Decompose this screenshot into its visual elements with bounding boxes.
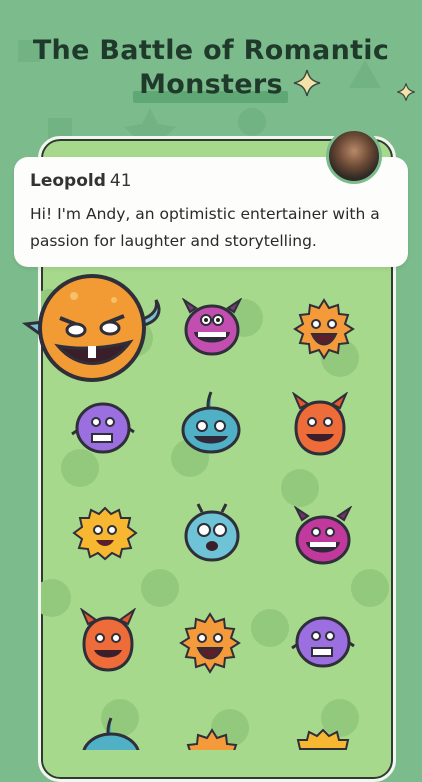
profile-age: 41 — [109, 171, 132, 191]
orange-sun-monster[interactable] — [292, 298, 356, 362]
title-line-1: The Battle of Romantic — [32, 35, 390, 66]
yellow-fluffy-monster[interactable] — [72, 504, 138, 564]
title-line-2: Monsters — [139, 69, 283, 100]
orange-horned-monster[interactable] — [78, 608, 138, 674]
page-title: The Battle of Romantic Monsters — [0, 34, 422, 102]
magenta-horned-monster[interactable] — [292, 506, 354, 566]
yellow-fluffy-monster[interactable] — [290, 726, 356, 750]
profile-name-line: Leopold 41 — [30, 171, 132, 191]
orange-sun-monster[interactable] — [180, 728, 244, 750]
avatar[interactable] — [326, 128, 382, 184]
purple-horned-monster[interactable] — [180, 298, 244, 358]
star-icon — [397, 83, 415, 101]
blue-antenna-monster[interactable] — [180, 500, 244, 562]
orange-monster-selected[interactable] — [22, 272, 162, 384]
purple-blob-monster[interactable] — [290, 612, 356, 670]
profile-bio: Hi! I'm Andy, an optimistic entertainer … — [30, 205, 380, 250]
purple-blob-monster[interactable] — [70, 398, 136, 456]
orange-sun-monster[interactable] — [178, 612, 242, 676]
orange-horned-monster[interactable] — [290, 392, 350, 458]
star-icon — [293, 69, 321, 97]
teal-fish-monster[interactable] — [178, 390, 244, 456]
profile-name: Leopold — [30, 171, 106, 191]
teal-fish-monster[interactable] — [78, 716, 144, 750]
